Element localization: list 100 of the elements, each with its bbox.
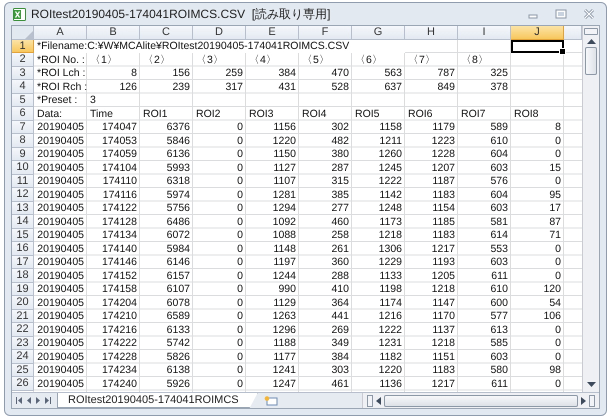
scroll-thumb[interactable] [384,394,578,406]
table-cell-text: 0 [236,188,244,202]
select-all-corner[interactable] [12,26,34,40]
sheet-tab[interactable]: ROItest20190405-174041ROIMCS [57,393,258,408]
horizontal-scrollbar[interactable] [362,393,599,408]
table-cell-text: *ROI No. : [36,53,86,66]
fill-handle[interactable] [559,48,566,55]
column-header[interactable]: F [299,26,352,40]
table-cell: *Filename:C:¥W¥MCAlite¥ROItest20190405-174041ROIMCS.CSV [34,40,405,53]
row-header[interactable]: 13 [12,202,34,215]
table-cell-text: 0 [236,310,244,323]
table-cell-text: 577 [489,310,509,323]
column-header[interactable]: H [405,26,458,40]
table-cell-text: 576 [489,174,509,188]
corner-triangle-icon[interactable] [25,30,33,38]
table-cell-text: 1216 [378,310,403,323]
table-cell-text: 603 [489,256,509,269]
table-cell-text: 0 [236,215,244,228]
table-cell-text: 5756 [166,202,191,215]
row-header[interactable]: 26 [12,377,34,390]
table-cell-text: 1247 [272,377,297,390]
active-cell[interactable] [511,40,564,53]
row-header[interactable]: 3 [12,66,34,80]
table-cell-text: 604 [489,148,509,161]
table-cell-text: 174234 [100,364,138,377]
row-header[interactable]: 9 [12,148,34,161]
row-header[interactable]: 23 [12,336,34,350]
table-cell-text: 460 [330,215,350,228]
row-header[interactable]: 6 [12,107,34,120]
table-cell-text: 20190405 [36,161,85,174]
column-header[interactable]: C [140,26,193,40]
table-cell-text: 6072 [166,228,191,242]
table-cell-text: 1294 [272,202,297,215]
column-header[interactable]: D [193,26,246,40]
table-cell-text: 5826 [166,350,191,364]
row-header[interactable]: 16 [12,242,34,256]
table-cell-text: 441 [330,310,350,323]
table-cell-text: *Preset : [36,94,78,107]
table-cell-text: 20190405 [36,215,85,228]
first-sheet-icon[interactable] [16,397,22,404]
table-cell-text: 1229 [378,256,403,269]
row-header[interactable]: 25 [12,364,34,377]
row-header[interactable]: 22 [12,323,34,336]
table-cell-text: *ROI Lch : [36,66,86,80]
table-cell-text: 20190405 [36,336,85,350]
table-cell-text: 1092 [272,215,297,228]
column-header[interactable]: A [34,26,87,40]
column-header[interactable] [564,26,582,40]
last-sheet-icon[interactable] [45,397,51,404]
row-header[interactable]: 4 [12,80,34,94]
row-header[interactable]: 24 [12,350,34,364]
up-arrow-icon[interactable] [586,38,596,44]
table-cell-text: 0 [236,202,244,215]
left-arrow-icon[interactable] [376,396,381,404]
table-cell-text: 6589 [166,310,191,323]
row-header[interactable]: 19 [12,282,34,296]
table-cell-text: 1205 [430,269,456,282]
table-cell-text: 288 [330,269,350,282]
column-header[interactable]: J [511,26,564,40]
table-cell-text: 1207 [430,161,456,174]
table-cell-text: 174104 [100,161,138,174]
table-cell-text: 603 [489,202,509,215]
table-cell-text: 8 [130,66,138,80]
previous-sheet-icon[interactable] [27,397,31,404]
row-header[interactable]: 12 [12,188,34,202]
row-header[interactable]: 10 [12,161,34,174]
table-cell-text: 1218 [430,336,456,350]
row-header[interactable]: 5 [12,94,34,107]
row-header[interactable]: 20 [12,296,34,310]
table-cell-text: 581 [489,215,509,228]
row-header[interactable]: 17 [12,256,34,269]
scroll-thumb[interactable] [585,47,597,75]
table-cell-text: 258 [330,228,350,242]
next-sheet-icon[interactable] [36,397,40,404]
insert-sheet-icon[interactable] [264,396,278,406]
row-header[interactable]: 15 [12,228,34,242]
table-cell-text: 20190405 [36,202,85,215]
row-header[interactable]: 11 [12,174,34,188]
column-header[interactable]: B [87,26,140,40]
table-cell-text: 360 [330,256,350,269]
table-cell-text: 1222 [378,174,403,188]
table-cell-text: 20190405 [36,269,85,282]
table-cell-text: 482 [330,134,350,148]
table-cell-text: 1198 [378,282,403,296]
row-header[interactable]: 18 [12,269,34,282]
table-cell-text: 0 [236,256,244,269]
row-header[interactable]: 2 [12,53,34,66]
row-header[interactable]: 14 [12,215,34,228]
row-header[interactable]: 8 [12,134,34,148]
right-arrow-icon[interactable] [581,396,586,404]
table-cell-text: 0 [554,242,562,256]
row-header[interactable]: 7 [12,120,34,134]
column-header[interactable]: I [458,26,511,40]
column-header[interactable]: E [246,26,299,40]
down-arrow-icon[interactable] [586,382,596,388]
row-header[interactable]: 21 [12,310,34,323]
column-header[interactable]: G [352,26,405,40]
table-cell-text: 0 [236,282,244,296]
vertical-scrollbar[interactable] [582,26,599,392]
row-header[interactable]: 1 [12,40,34,53]
